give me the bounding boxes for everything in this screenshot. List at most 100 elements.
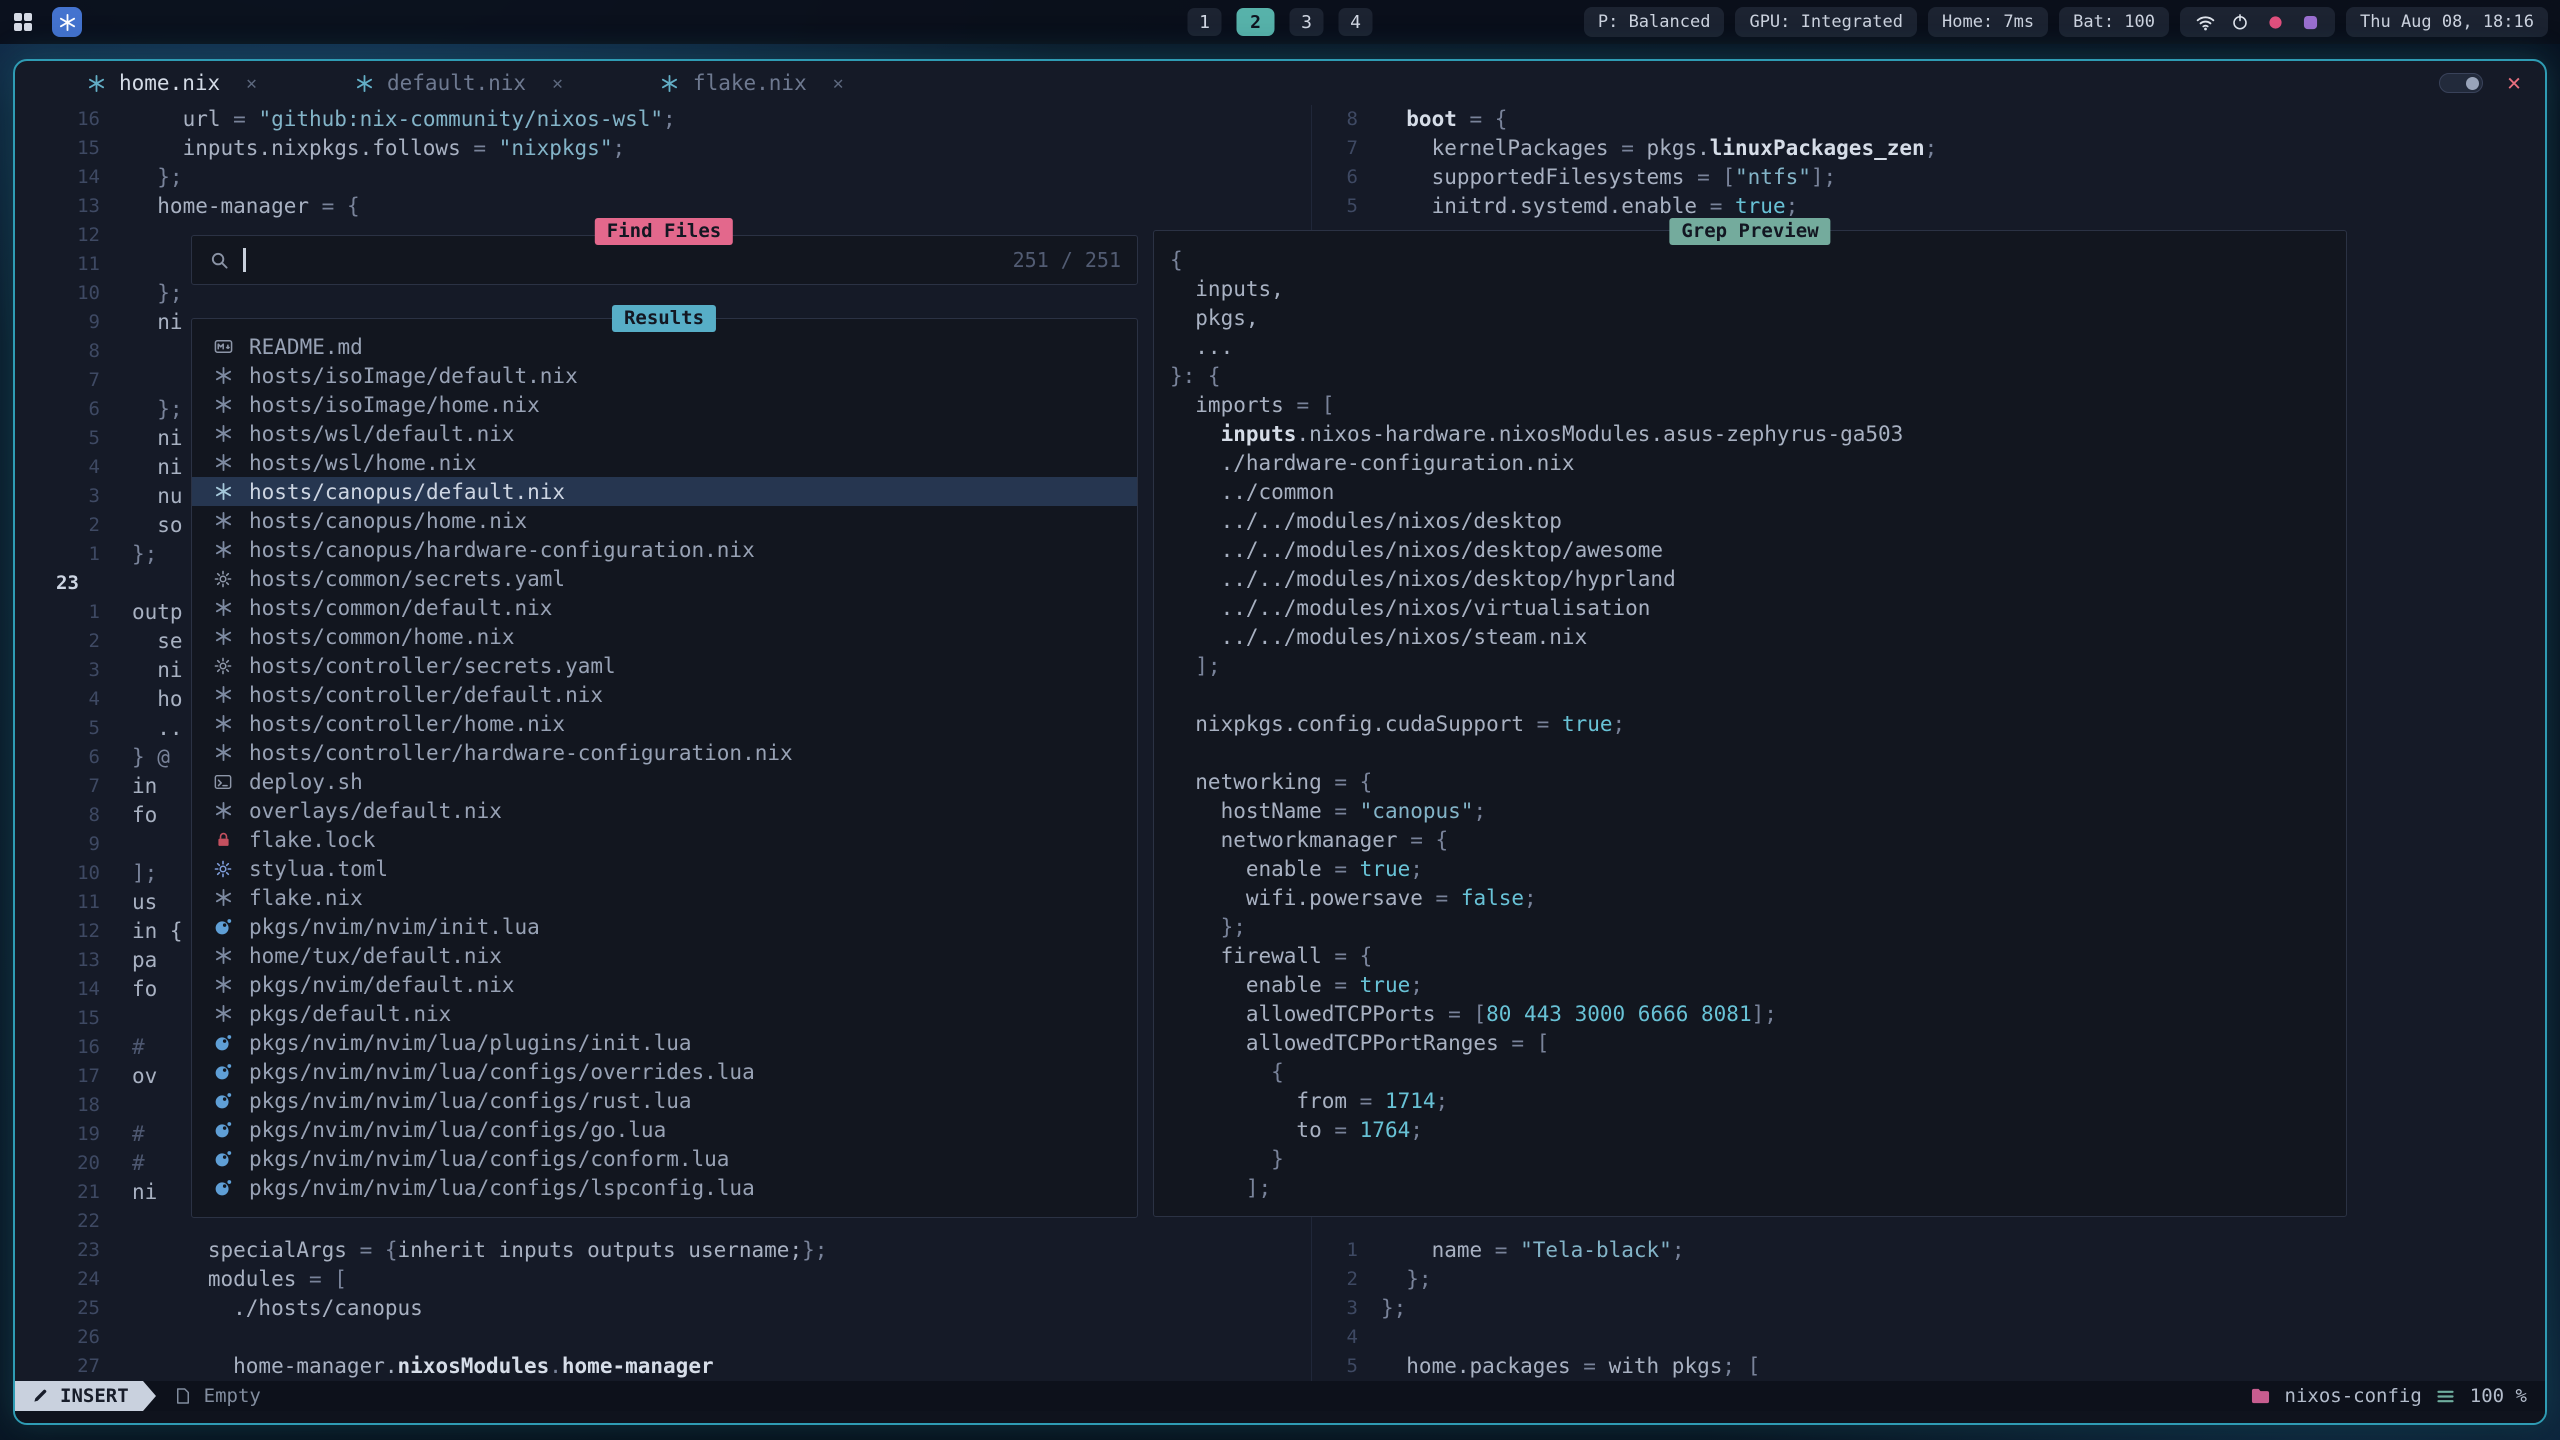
status-line: INSERT Empty nixos-config 100 % bbox=[15, 1381, 2545, 1411]
finder-result-item[interactable]: pkgs/nvim/nvim/lua/configs/rust.lua bbox=[192, 1086, 1137, 1115]
preview-line: ../../modules/nixos/virtualisation bbox=[1170, 594, 2346, 623]
finder-result-item[interactable]: pkgs/nvim/nvim/init.lua bbox=[192, 912, 1137, 941]
preview-line: inputs.nixos-hardware.nixosModules.asus-… bbox=[1170, 420, 2346, 449]
code-text: ni bbox=[132, 308, 183, 337]
workspace-button-1[interactable]: 1 bbox=[1188, 8, 1222, 36]
window-close-button[interactable]: ✕ bbox=[2507, 72, 2521, 95]
line-number: 3 bbox=[15, 482, 132, 511]
right-editor-pane-top[interactable]: 8 boot = {7 kernelPackages = pkgs.linuxP… bbox=[1312, 105, 2545, 221]
finder-title: Find Files bbox=[595, 218, 733, 245]
finder-result-item[interactable]: pkgs/nvim/default.nix bbox=[192, 970, 1137, 999]
finder-result-item[interactable]: hosts/isoImage/home.nix bbox=[192, 390, 1137, 419]
preview-line: ]; bbox=[1170, 1174, 2346, 1203]
finder-result-item[interactable]: deploy.sh bbox=[192, 767, 1137, 796]
finder-result-item[interactable]: flake.nix bbox=[192, 883, 1137, 912]
nix-icon bbox=[212, 801, 234, 820]
clock: Thu Aug 08, 18:16 bbox=[2346, 7, 2548, 37]
finder-result-item[interactable]: hosts/controller/home.nix bbox=[192, 709, 1137, 738]
left-pane-line: 25 ./hosts/canopus bbox=[15, 1294, 1311, 1323]
finder-result-item[interactable]: flake.lock bbox=[192, 825, 1137, 854]
line-number: 1 bbox=[15, 598, 132, 627]
lua-icon bbox=[212, 1092, 234, 1110]
tab-close-icon[interactable]: ✕ bbox=[833, 73, 844, 94]
lock-icon bbox=[212, 831, 234, 848]
finder-result-item[interactable]: hosts/common/default.nix bbox=[192, 593, 1137, 622]
window-toggle[interactable] bbox=[2439, 73, 2483, 93]
nix-icon bbox=[212, 511, 234, 530]
system-tray[interactable] bbox=[2180, 7, 2335, 37]
code-text: name = "Tela-black"; bbox=[1381, 1236, 1684, 1265]
preview-line: { bbox=[1170, 1058, 2346, 1087]
finder-result-item[interactable]: pkgs/default.nix bbox=[192, 999, 1137, 1028]
line-number: 6 bbox=[1312, 163, 1381, 192]
right-editor-pane-bottom[interactable]: 1 name = "Tela-black";2 };3};45 home.pac… bbox=[1312, 1207, 2545, 1381]
code-text: initrd.systemd.enable = true; bbox=[1381, 192, 1798, 221]
finder-results[interactable]: README.mdhosts/isoImage/default.nixhosts… bbox=[191, 318, 1138, 1218]
line-number: 25 bbox=[15, 1294, 132, 1323]
finder-result-item[interactable]: pkgs/nvim/nvim/lua/plugins/init.lua bbox=[192, 1028, 1137, 1057]
tab-default.nix[interactable]: default.nix ✕ bbox=[353, 71, 563, 95]
line-number: 21 bbox=[15, 1178, 132, 1207]
tab-close-icon[interactable]: ✕ bbox=[246, 73, 257, 94]
file-name: pkgs/nvim/nvim/lua/configs/lspconfig.lua bbox=[249, 1176, 755, 1200]
finder-result-item[interactable]: pkgs/nvim/nvim/lua/configs/conform.lua bbox=[192, 1144, 1137, 1173]
line-number: 11 bbox=[15, 888, 132, 917]
preview-line: } bbox=[1170, 1145, 2346, 1174]
finder-result-item[interactable]: hosts/common/secrets.yaml bbox=[192, 564, 1137, 593]
code-text: ni bbox=[132, 656, 183, 685]
finder-result-item[interactable]: pkgs/nvim/nvim/lua/configs/go.lua bbox=[192, 1115, 1137, 1144]
file-name: pkgs/nvim/nvim/lua/configs/conform.lua bbox=[249, 1147, 729, 1171]
finder-result-item[interactable]: pkgs/nvim/nvim/lua/configs/overrides.lua bbox=[192, 1057, 1137, 1086]
line-number: 10 bbox=[15, 859, 132, 888]
finder-result-item[interactable]: hosts/controller/secrets.yaml bbox=[192, 651, 1137, 680]
line-number: 5 bbox=[15, 714, 132, 743]
finder-result-item[interactable]: hosts/wsl/default.nix bbox=[192, 419, 1137, 448]
finder-result-item[interactable]: stylua.toml bbox=[192, 854, 1137, 883]
finder-result-item[interactable]: README.md bbox=[192, 332, 1137, 361]
tab-label: default.nix bbox=[387, 71, 526, 95]
scroll-percent: 100 % bbox=[2470, 1385, 2527, 1407]
preview-line: networking = { bbox=[1170, 768, 2346, 797]
tab-home.nix[interactable]: home.nix ✕ bbox=[85, 71, 257, 95]
nix-logo-icon[interactable] bbox=[52, 7, 82, 37]
line-number: 8 bbox=[1312, 105, 1381, 134]
code-text: in { bbox=[132, 917, 183, 946]
bar-module: Home: 7ms bbox=[1928, 7, 2048, 37]
nix-icon bbox=[212, 1004, 234, 1023]
editor-area[interactable]: 16 url = "github:nix-community/nixos-wsl… bbox=[15, 105, 2545, 1381]
apps-grid-icon[interactable] bbox=[12, 12, 34, 32]
tab-flake.nix[interactable]: flake.nix✕ bbox=[659, 71, 844, 95]
tab-label: home.nix bbox=[119, 71, 220, 95]
code-text: se bbox=[132, 627, 183, 656]
tab-close-icon[interactable]: ✕ bbox=[552, 73, 563, 94]
workspace-button-2[interactable]: 2 bbox=[1237, 8, 1275, 36]
file-name: overlays/default.nix bbox=[249, 799, 502, 823]
file-indicator: Empty bbox=[172, 1385, 261, 1407]
finder-result-item[interactable]: hosts/common/home.nix bbox=[192, 622, 1137, 651]
toml-icon bbox=[212, 860, 234, 878]
finder-result-item[interactable]: hosts/canopus/default.nix bbox=[192, 477, 1137, 506]
finder-result-item[interactable]: hosts/isoImage/default.nix bbox=[192, 361, 1137, 390]
code-text: }: { bbox=[1170, 362, 1221, 391]
workspace-button-4[interactable]: 4 bbox=[1339, 8, 1373, 36]
finder-result-item[interactable]: pkgs/nvim/nvim/lua/configs/lspconfig.lua bbox=[192, 1173, 1137, 1202]
finder-result-item[interactable]: hosts/canopus/hardware-configuration.nix bbox=[192, 535, 1137, 564]
finder-result-item[interactable]: overlays/default.nix bbox=[192, 796, 1137, 825]
line-number: 2 bbox=[15, 627, 132, 656]
workspace-button-3[interactable]: 3 bbox=[1290, 8, 1324, 36]
finder-result-item[interactable]: hosts/controller/hardware-configuration.… bbox=[192, 738, 1137, 767]
power-icon bbox=[2229, 13, 2251, 31]
finder-result-item[interactable]: hosts/canopus/home.nix bbox=[192, 506, 1137, 535]
preview-line: hostName = "canopus"; bbox=[1170, 797, 2346, 826]
finder-result-item[interactable]: home/tux/default.nix bbox=[192, 941, 1137, 970]
nix-icon bbox=[212, 888, 234, 907]
preview-line: ../../modules/nixos/desktop bbox=[1170, 507, 2346, 536]
nix-icon bbox=[212, 627, 234, 646]
file-name: flake.nix bbox=[249, 886, 363, 910]
toggle-knob bbox=[2466, 77, 2479, 90]
finder-result-item[interactable]: hosts/wsl/home.nix bbox=[192, 448, 1137, 477]
code-text: networkmanager = { bbox=[1170, 826, 1448, 855]
command-line[interactable] bbox=[15, 1411, 2545, 1423]
finder-result-item[interactable]: hosts/controller/default.nix bbox=[192, 680, 1137, 709]
file-label: Empty bbox=[204, 1385, 261, 1407]
